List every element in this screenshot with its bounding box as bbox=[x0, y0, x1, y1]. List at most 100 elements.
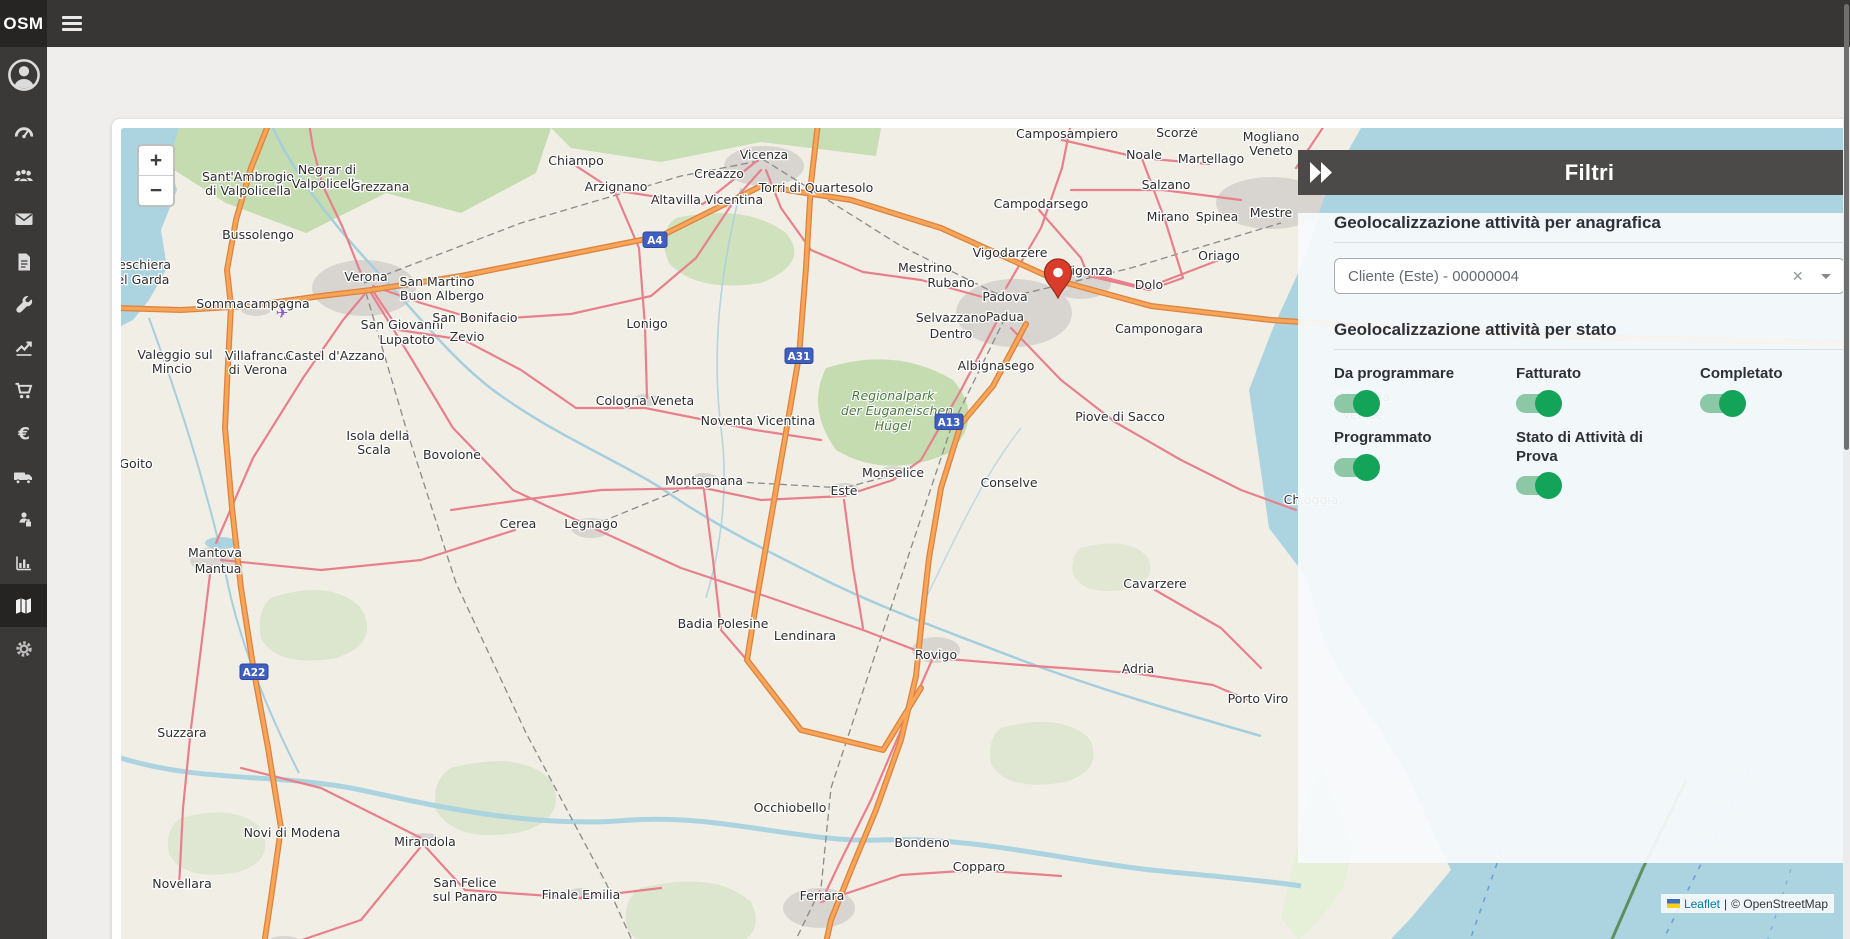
toggle-knob[interactable] bbox=[1535, 472, 1562, 499]
toggle-knob[interactable] bbox=[1535, 390, 1562, 417]
toggle-label: Programmato bbox=[1334, 429, 1504, 448]
filters-panel-body: Geolocalizzazione attività per anagrafic… bbox=[1298, 213, 1850, 863]
sidebar-item-tools[interactable] bbox=[0, 283, 47, 326]
map-label: Bovolone bbox=[423, 447, 481, 462]
map-label: Isola della bbox=[346, 428, 409, 443]
map-label: Hügel bbox=[875, 418, 912, 433]
page-scrollbar bbox=[1843, 0, 1850, 939]
toggle-knob[interactable] bbox=[1353, 390, 1380, 417]
map-label: Grezzana bbox=[351, 179, 410, 194]
map-label: Este bbox=[830, 483, 857, 498]
divider bbox=[1334, 242, 1845, 243]
map-label: Negrar di bbox=[298, 162, 356, 177]
zoom-in-button[interactable]: + bbox=[139, 146, 173, 176]
map-label: Dentro bbox=[930, 326, 973, 341]
sidebar-item-hierarchy[interactable] bbox=[0, 498, 47, 541]
collapse-panel-icon[interactable] bbox=[1310, 162, 1336, 183]
toggle-label: Stato di Attività di Prova bbox=[1516, 429, 1686, 467]
map-label: Goito bbox=[121, 456, 153, 471]
map-label: Rovigo bbox=[915, 647, 957, 662]
sidebar-item-settings[interactable] bbox=[0, 627, 47, 670]
user-avatar-icon[interactable] bbox=[0, 55, 47, 95]
map-label: Campodarsego bbox=[994, 196, 1089, 211]
map-label: Sant'Ambrogio bbox=[202, 169, 294, 184]
toggle-knob[interactable] bbox=[1719, 390, 1746, 417]
zoom-out-button[interactable]: − bbox=[139, 176, 173, 206]
map-label: Mantua bbox=[195, 561, 242, 576]
map-zoom-control: + − bbox=[137, 144, 175, 207]
map-label: Scorzè bbox=[1156, 128, 1198, 140]
map-label: Badia Polesine bbox=[678, 616, 769, 631]
divider bbox=[1334, 349, 1845, 350]
filters-panel-header: Filtri bbox=[1298, 150, 1850, 195]
motorway-badge-label: A31 bbox=[788, 351, 811, 363]
sidebar-item-bar-chart[interactable] bbox=[0, 541, 47, 584]
map-label: Selvazzano bbox=[916, 310, 987, 325]
toggle-cell: Completato bbox=[1700, 365, 1845, 413]
toggle-switch-da-programmare[interactable] bbox=[1334, 394, 1378, 413]
map-label: Vicenza bbox=[740, 147, 788, 162]
sidebar: € bbox=[0, 47, 47, 939]
map-label: Mestrino bbox=[898, 260, 952, 275]
panel-title: Filtri bbox=[1298, 160, 1850, 186]
toggle-switch-fatturato[interactable] bbox=[1516, 394, 1560, 413]
toggle-cell: Fatturato bbox=[1516, 365, 1700, 413]
map-label: Valeggio sul bbox=[137, 347, 212, 362]
toggle-switch-programmato[interactable] bbox=[1334, 458, 1378, 477]
ukraine-flag-icon bbox=[1667, 899, 1680, 908]
sidebar-item-cart[interactable] bbox=[0, 369, 47, 412]
map-label: Mirandola bbox=[394, 834, 456, 849]
map-label: Altavilla Vicentina bbox=[651, 192, 763, 207]
toggle-knob[interactable] bbox=[1353, 454, 1380, 481]
map-label: Cavarzere bbox=[1123, 576, 1187, 591]
leaflet-link[interactable]: Leaflet bbox=[1684, 897, 1720, 911]
toggle-label: Da programmare bbox=[1334, 365, 1504, 384]
map-label: Novi di Modena bbox=[244, 825, 341, 840]
select-clear-icon[interactable]: × bbox=[1780, 266, 1815, 287]
anagrafica-select[interactable]: Cliente (Este) - 00000004 × bbox=[1334, 258, 1845, 294]
map-label: Mincio bbox=[152, 361, 192, 376]
sidebar-item-truck[interactable] bbox=[0, 455, 47, 498]
map-label: di Valpolicella bbox=[205, 183, 291, 198]
map-label: Castel d'Azzano bbox=[285, 348, 384, 363]
map-label: Peschiera bbox=[121, 257, 171, 272]
top-bar: OSM bbox=[0, 0, 1850, 47]
scrollbar-thumb[interactable] bbox=[1844, 4, 1849, 450]
filters-panel: Filtri Geolocalizzazione attività per an… bbox=[1298, 150, 1850, 863]
section-heading-stato: Geolocalizzazione attività per stato bbox=[1334, 320, 1845, 340]
map-label: Creazzo bbox=[694, 166, 744, 181]
map-label: Camponogara bbox=[1115, 321, 1203, 336]
sidebar-item-dashboard[interactable] bbox=[0, 111, 47, 154]
map-label: Noventa Vicentina bbox=[701, 413, 816, 428]
map-label: Porto Viro bbox=[1228, 691, 1289, 706]
map-label: Finale Emilia bbox=[542, 887, 621, 902]
toggle-switch-completato[interactable] bbox=[1700, 394, 1744, 413]
map-label: di Verona bbox=[229, 362, 288, 377]
select-caret-icon[interactable] bbox=[1821, 274, 1831, 279]
map-label: Legnago bbox=[564, 516, 618, 531]
motorway-badge-label: A13 bbox=[938, 417, 961, 429]
sidebar-item-mail[interactable] bbox=[0, 197, 47, 240]
openstreetmap-link[interactable]: © OpenStreetMap bbox=[1731, 897, 1828, 911]
map-label: Copparo bbox=[953, 859, 1005, 874]
map-label: Dolo bbox=[1135, 277, 1163, 292]
toggle-cell: Stato di Attività di Prova bbox=[1516, 429, 1700, 496]
sidebar-item-map[interactable] bbox=[0, 584, 47, 627]
map-label: sul Panaro bbox=[433, 889, 498, 904]
map-label: Bondeno bbox=[894, 835, 949, 850]
map-label: Mestre bbox=[1250, 205, 1293, 220]
status-toggles: Da programmare FatturatoCompletato Program… bbox=[1298, 365, 1850, 495]
map-label: Adria bbox=[1122, 661, 1155, 676]
sidebar-item-euro[interactable]: € bbox=[0, 412, 47, 455]
attribution-separator: | bbox=[1724, 897, 1727, 911]
map-label: Chiampo bbox=[548, 153, 604, 168]
map-label: Lupatoto bbox=[379, 332, 434, 347]
sidebar-item-trend-chart[interactable] bbox=[0, 326, 47, 369]
map-label: Montagnana bbox=[665, 473, 743, 488]
sidebar-item-document[interactable] bbox=[0, 240, 47, 283]
toggle-switch-stato-di-attivit-di-prova[interactable] bbox=[1516, 476, 1560, 495]
sidebar-item-users[interactable] bbox=[0, 154, 47, 197]
toggle-cell: Programmato bbox=[1334, 429, 1516, 496]
map-label: Vigodarzere bbox=[973, 245, 1048, 260]
hamburger-menu-icon[interactable] bbox=[62, 16, 82, 31]
